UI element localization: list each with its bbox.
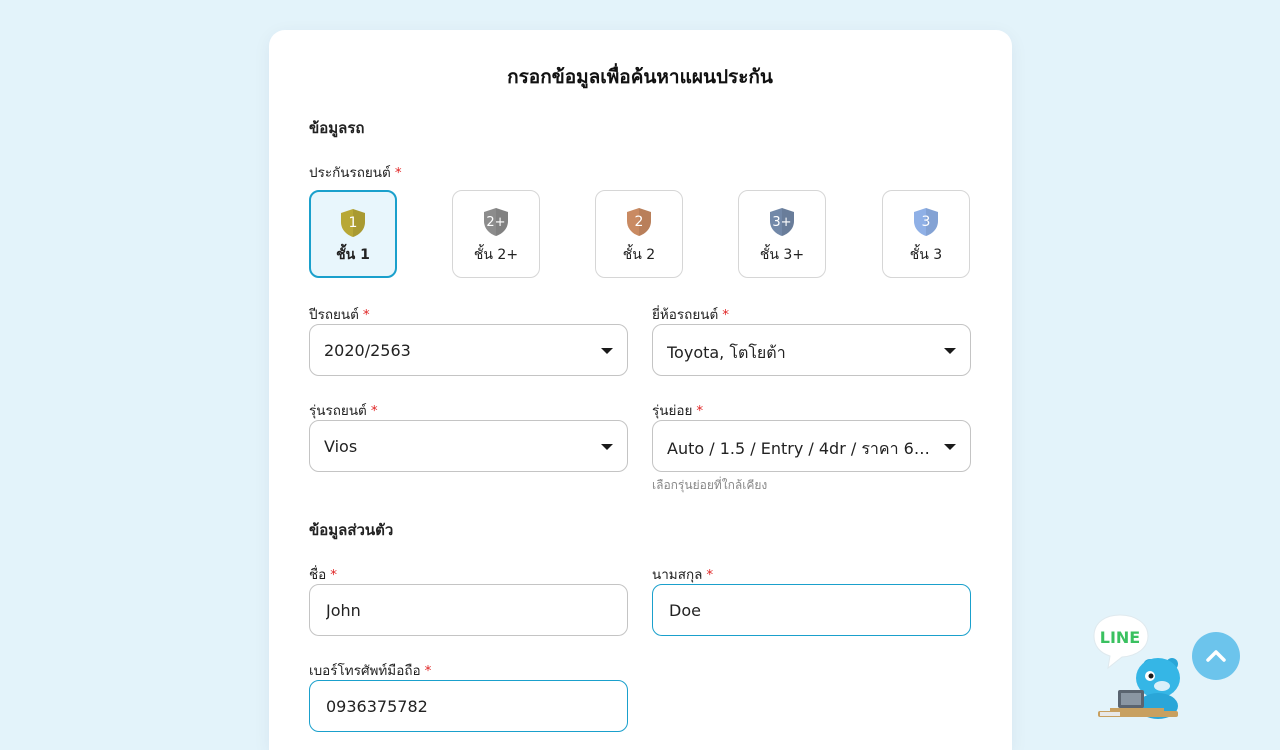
chevron-down-icon <box>944 348 956 354</box>
last-name-label: นามสกุล * <box>652 563 713 585</box>
insurance-tier-group: 1 ชั้น 1 2+ ชั้น 2+ 2 ชั้น 2 3+ ชั้น 3+ … <box>309 190 972 280</box>
car-year-value: 2020/2563 <box>324 341 411 360</box>
tier-label: ชั้น 3 <box>909 247 943 263</box>
car-submodel-value: Auto / 1.5 / Entry / 4dr / ราคา 609,000 <box>667 439 930 458</box>
required-mark: * <box>362 307 370 323</box>
first-name-label-text: ชื่อ <box>309 567 327 583</box>
tier-label: ชั้น 3+ <box>759 247 805 263</box>
scroll-to-top-button[interactable] <box>1192 632 1240 680</box>
car-year-label: ปีรถยนต์ * <box>309 303 370 325</box>
car-model-label: รุ่นรถยนต์ * <box>309 399 378 421</box>
chevron-down-icon <box>944 444 956 450</box>
required-mark: * <box>370 403 378 419</box>
first-name-label: ชื่อ * <box>309 563 337 585</box>
tier-badge-text: 2 <box>635 214 644 230</box>
tier-option-class-3plus[interactable]: 3+ ชั้น 3+ <box>738 190 826 278</box>
tier-badge-text: 2+ <box>486 215 505 230</box>
first-name-field[interactable]: John <box>309 584 628 636</box>
form-title: กรอกข้อมูลเพื่อค้นหาแผนประกัน <box>507 66 773 88</box>
car-brand-label: ยี่ห้อรถยนต์ * <box>652 303 729 325</box>
shield-badge-icon: 1 <box>341 209 365 237</box>
tier-badge-text: 3 <box>922 214 931 230</box>
last-name-value: Doe <box>669 601 701 620</box>
chevron-down-icon <box>601 444 613 450</box>
car-brand-select[interactable]: Toyota, โตโยต้า <box>652 324 971 376</box>
car-year-select[interactable]: 2020/2563 <box>309 324 628 376</box>
line-logo-text: LINE <box>1100 628 1140 647</box>
car-submodel-select[interactable]: Auto / 1.5 / Entry / 4dr / ราคา 609,000 <box>652 420 971 472</box>
car-model-value: Vios <box>324 437 358 456</box>
line-mascot-icon: LINE <box>1093 614 1180 719</box>
required-mark: * <box>330 567 338 583</box>
last-name-label-text: นามสกุล <box>652 567 703 583</box>
required-mark: * <box>706 567 714 583</box>
phone-label-text: เบอร์โทรศัพท์มือถือ <box>309 663 421 679</box>
car-section-title: ข้อมูลรถ <box>309 119 365 137</box>
tier-option-class-1[interactable]: 1 ชั้น 1 <box>309 190 397 278</box>
car-model-label-text: รุ่นรถยนต์ <box>309 403 367 419</box>
line-chat-widget[interactable]: LINE <box>1088 612 1184 720</box>
tier-option-class-2plus[interactable]: 2+ ชั้น 2+ <box>452 190 540 278</box>
phone-label: เบอร์โทรศัพท์มือถือ * <box>309 659 431 681</box>
last-name-field[interactable]: Doe <box>652 584 971 636</box>
submodel-hint: เลือกรุ่นย่อยที่ใกล้เคียง <box>652 478 768 492</box>
car-submodel-label-text: รุ่นย่อย <box>652 403 693 419</box>
tier-label: ชั้น 2 <box>622 247 656 263</box>
required-mark: * <box>722 307 729 323</box>
required-mark: * <box>424 663 432 679</box>
phone-value: 0936375782 <box>326 697 428 716</box>
insurance-type-label: ประกันรถยนต์ * <box>309 161 402 183</box>
chevron-down-icon <box>601 348 613 354</box>
tier-badge-text: 1 <box>349 215 358 231</box>
required-mark: * <box>696 403 704 419</box>
shield-badge-icon: 3+ <box>770 208 794 236</box>
phone-field[interactable]: 0936375782 <box>309 680 628 732</box>
shield-badge-icon: 3 <box>914 208 938 236</box>
first-name-value: John <box>326 601 361 620</box>
tier-label: ชั้น 1 <box>336 247 370 263</box>
car-brand-value: Toyota, โตโยต้า <box>667 343 786 362</box>
car-brand-label-text: ยี่ห้อรถยนต์ <box>652 307 719 323</box>
tier-option-class-3[interactable]: 3 ชั้น 3 <box>882 190 970 278</box>
form-card <box>269 30 1012 750</box>
insurance-type-label-text: ประกันรถยนต์ <box>309 165 391 181</box>
tier-option-class-2[interactable]: 2 ชั้น 2 <box>595 190 683 278</box>
required-mark: * <box>394 165 402 181</box>
tier-badge-text: 3+ <box>772 215 791 230</box>
personal-section-title: ข้อมูลส่วนตัว <box>309 521 394 539</box>
tier-label: ชั้น 2+ <box>473 247 519 263</box>
shield-badge-icon: 2+ <box>484 208 508 236</box>
shield-badge-icon: 2 <box>627 208 651 236</box>
chevron-up-icon <box>1206 650 1226 662</box>
car-model-select[interactable]: Vios <box>309 420 628 472</box>
car-year-label-text: ปีรถยนต์ <box>309 307 359 323</box>
car-submodel-label: รุ่นย่อย * <box>652 399 703 421</box>
